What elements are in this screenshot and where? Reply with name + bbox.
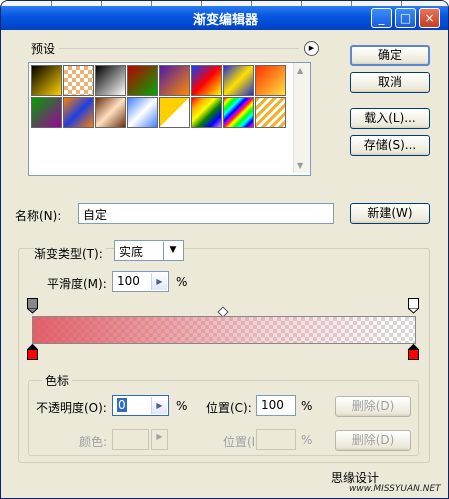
opacity-stop-end-icon[interactable] — [408, 298, 419, 314]
preset-swatch[interactable] — [95, 65, 126, 96]
preset-swatch[interactable] — [159, 97, 190, 128]
color-location-unit: % — [301, 433, 313, 447]
color-stop-end-icon[interactable] — [408, 343, 419, 360]
opacity-unit: % — [176, 399, 188, 413]
minimize-button[interactable]: _ — [371, 8, 392, 28]
gradient-type-value: 实底 — [119, 245, 144, 259]
ok-button[interactable]: 确定 — [350, 45, 430, 66]
preset-swatch[interactable] — [191, 65, 222, 96]
chevron-down-icon[interactable]: ▼ — [163, 242, 182, 260]
opacity-stop-start-icon[interactable] — [27, 298, 38, 314]
stops-group-label: 色标 — [42, 372, 73, 389]
preset-swatch[interactable] — [63, 97, 94, 128]
color-location-input[interactable] — [256, 429, 296, 450]
smoothness-arrow-icon[interactable]: ▶ — [151, 273, 167, 290]
gradient-type-label: 渐变类型(T): — [34, 245, 106, 262]
save-button[interactable]: 存储(S)... — [350, 135, 430, 156]
preset-swatch[interactable] — [159, 65, 190, 96]
gradient-type-select[interactable]: 实底 ▼ — [114, 240, 184, 261]
load-button[interactable]: 载入(L)... — [350, 108, 430, 129]
smoothness-unit: % — [176, 275, 188, 289]
preset-swatch[interactable] — [255, 65, 286, 96]
preset-swatch[interactable] — [31, 65, 62, 96]
color-swatch-field[interactable] — [112, 429, 149, 450]
opacity-label: 不透明度(O): — [36, 401, 107, 415]
color-arrow-icon[interactable]: ▶ — [151, 429, 168, 450]
scroll-down-icon[interactable]: ▼ — [297, 161, 303, 170]
close-button[interactable]: × — [419, 8, 440, 28]
preset-swatch[interactable] — [223, 97, 254, 128]
preset-swatch[interactable] — [95, 97, 126, 128]
preset-swatch[interactable] — [127, 65, 158, 96]
opacity-value: 0 — [117, 398, 127, 412]
scroll-up-icon[interactable]: ▲ — [297, 66, 303, 75]
preset-swatch[interactable] — [255, 97, 286, 128]
preset-swatch[interactable] — [31, 97, 62, 128]
new-button[interactable]: 新建(W) — [350, 203, 430, 224]
gradient-preview-bar[interactable] — [32, 316, 416, 344]
maximize-button[interactable]: □ — [395, 8, 416, 28]
location-unit: % — [301, 399, 313, 413]
color-label: 颜色: — [79, 435, 108, 449]
watermark-en: www.MISSYUAN.NET — [349, 484, 441, 494]
preset-swatch[interactable] — [191, 97, 222, 128]
name-label: 名称(N): — [15, 209, 62, 223]
preset-swatch[interactable] — [63, 65, 94, 96]
smoothness-label: 平滑度(M): — [47, 277, 107, 291]
opacity-arrow-icon[interactable]: ▶ — [151, 397, 167, 414]
location-label: 位置(C): — [206, 401, 252, 415]
color-stop-start-icon[interactable] — [27, 343, 38, 360]
delete-color-stop-button[interactable]: 删除(D) — [335, 430, 411, 451]
preset-swatch[interactable] — [127, 97, 158, 128]
title-bar[interactable]: 渐变编辑器 _ □ × — [1, 6, 448, 30]
location-input[interactable]: 100 — [256, 395, 296, 416]
presets-grid[interactable]: ▲ ▼ — [28, 62, 311, 176]
smoothness-value: 100 — [117, 274, 140, 288]
presets-scrollbar[interactable]: ▲ ▼ — [293, 63, 310, 173]
smoothness-input[interactable]: 100 ▶ — [112, 271, 169, 292]
cancel-button[interactable]: 取消 — [350, 72, 430, 93]
presets-menu-icon[interactable]: ▶ — [304, 41, 319, 56]
gradient-editor-window: 渐变编辑器 _ □ × 预设 ▶ ▲ ▼ 确定 取消 载入(L)... 存储(S… — [0, 0, 449, 499]
presets-label: 预设 — [31, 42, 56, 56]
presets-divider — [59, 48, 299, 49]
delete-opacity-stop-button[interactable]: 删除(D) — [335, 396, 411, 417]
preset-swatch[interactable] — [223, 65, 254, 96]
name-input[interactable]: 自定 — [78, 203, 334, 224]
opacity-input[interactable]: 0 ▶ — [112, 395, 169, 416]
